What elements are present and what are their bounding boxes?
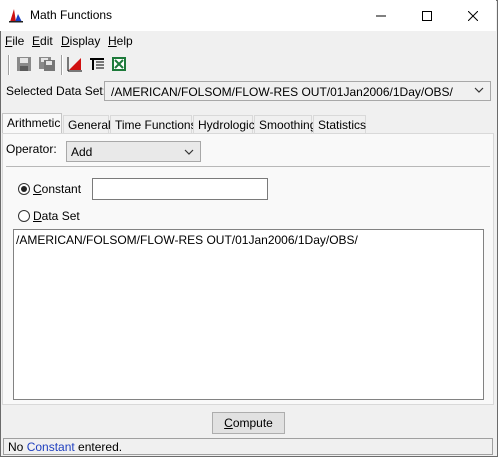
operator-label: Operator:	[6, 142, 57, 156]
save-as-icon	[39, 57, 55, 71]
menu-bar: File Edit Display Help	[0, 31, 496, 51]
operator-value: Add	[71, 145, 93, 159]
tabulate-icon	[90, 58, 104, 70]
menu-edit[interactable]: Edit	[32, 34, 53, 48]
selected-data-set-value: /AMERICAN/FOLSOM/FLOW-RES OUT/01Jan2006/…	[111, 85, 453, 99]
maximize-icon	[422, 10, 432, 21]
constant-radio[interactable]	[18, 183, 30, 195]
app-icon	[8, 7, 24, 23]
excel-button[interactable]	[109, 54, 129, 74]
status-bar: No Constant entered.	[3, 438, 493, 455]
plot-icon	[67, 57, 82, 72]
toolbar-separator	[61, 55, 63, 75]
save-button[interactable]	[14, 54, 34, 74]
menu-display[interactable]: Display	[61, 34, 100, 48]
data-set-label[interactable]: Data Set	[33, 209, 80, 223]
tab-general[interactable]: General	[63, 115, 111, 133]
window-title: Math Functions	[30, 8, 113, 22]
minimize-icon	[376, 15, 386, 16]
panel-divider	[6, 166, 490, 167]
tab-time-functions[interactable]: Time Functions	[110, 115, 197, 133]
menu-help[interactable]: Help	[108, 34, 133, 48]
constant-input[interactable]	[92, 178, 268, 200]
excel-icon	[112, 57, 126, 71]
title-bar: Math Functions	[0, 0, 496, 31]
toolbar	[0, 51, 496, 79]
data-set-radio[interactable]	[18, 210, 30, 222]
minimize-button[interactable]	[358, 0, 404, 31]
list-item[interactable]: /AMERICAN/FOLSOM/FLOW-RES OUT/01Jan2006/…	[16, 233, 358, 247]
save-icon	[17, 57, 31, 71]
close-icon	[468, 10, 478, 21]
chevron-down-icon	[474, 87, 484, 93]
tabulate-button[interactable]	[87, 54, 107, 74]
close-button[interactable]	[450, 0, 496, 31]
toolbar-separator	[8, 55, 10, 75]
tab-smoothing[interactable]: Smoothing	[254, 115, 316, 133]
selected-data-set-label: Selected Data Set:	[6, 84, 107, 98]
tab-arithmetic[interactable]: Arithmetic	[2, 113, 62, 134]
menu-file[interactable]: File	[5, 34, 24, 48]
maximize-button[interactable]	[404, 0, 450, 31]
tab-statistics[interactable]: Statistics	[313, 115, 366, 133]
plot-button[interactable]	[65, 54, 85, 74]
chevron-down-icon	[184, 149, 194, 155]
tab-hydrologic[interactable]: Hydrologic	[193, 115, 255, 133]
operator-dropdown[interactable]: Add	[66, 141, 201, 162]
data-set-list[interactable]: /AMERICAN/FOLSOM/FLOW-RES OUT/01Jan2006/…	[13, 229, 484, 400]
compute-button[interactable]: Compute	[212, 412, 285, 434]
save-as-button[interactable]	[37, 54, 57, 74]
status-text: No Constant entered.	[8, 440, 123, 454]
selected-data-set-dropdown[interactable]: /AMERICAN/FOLSOM/FLOW-RES OUT/01Jan2006/…	[104, 81, 491, 101]
constant-label[interactable]: Constant	[33, 182, 81, 196]
